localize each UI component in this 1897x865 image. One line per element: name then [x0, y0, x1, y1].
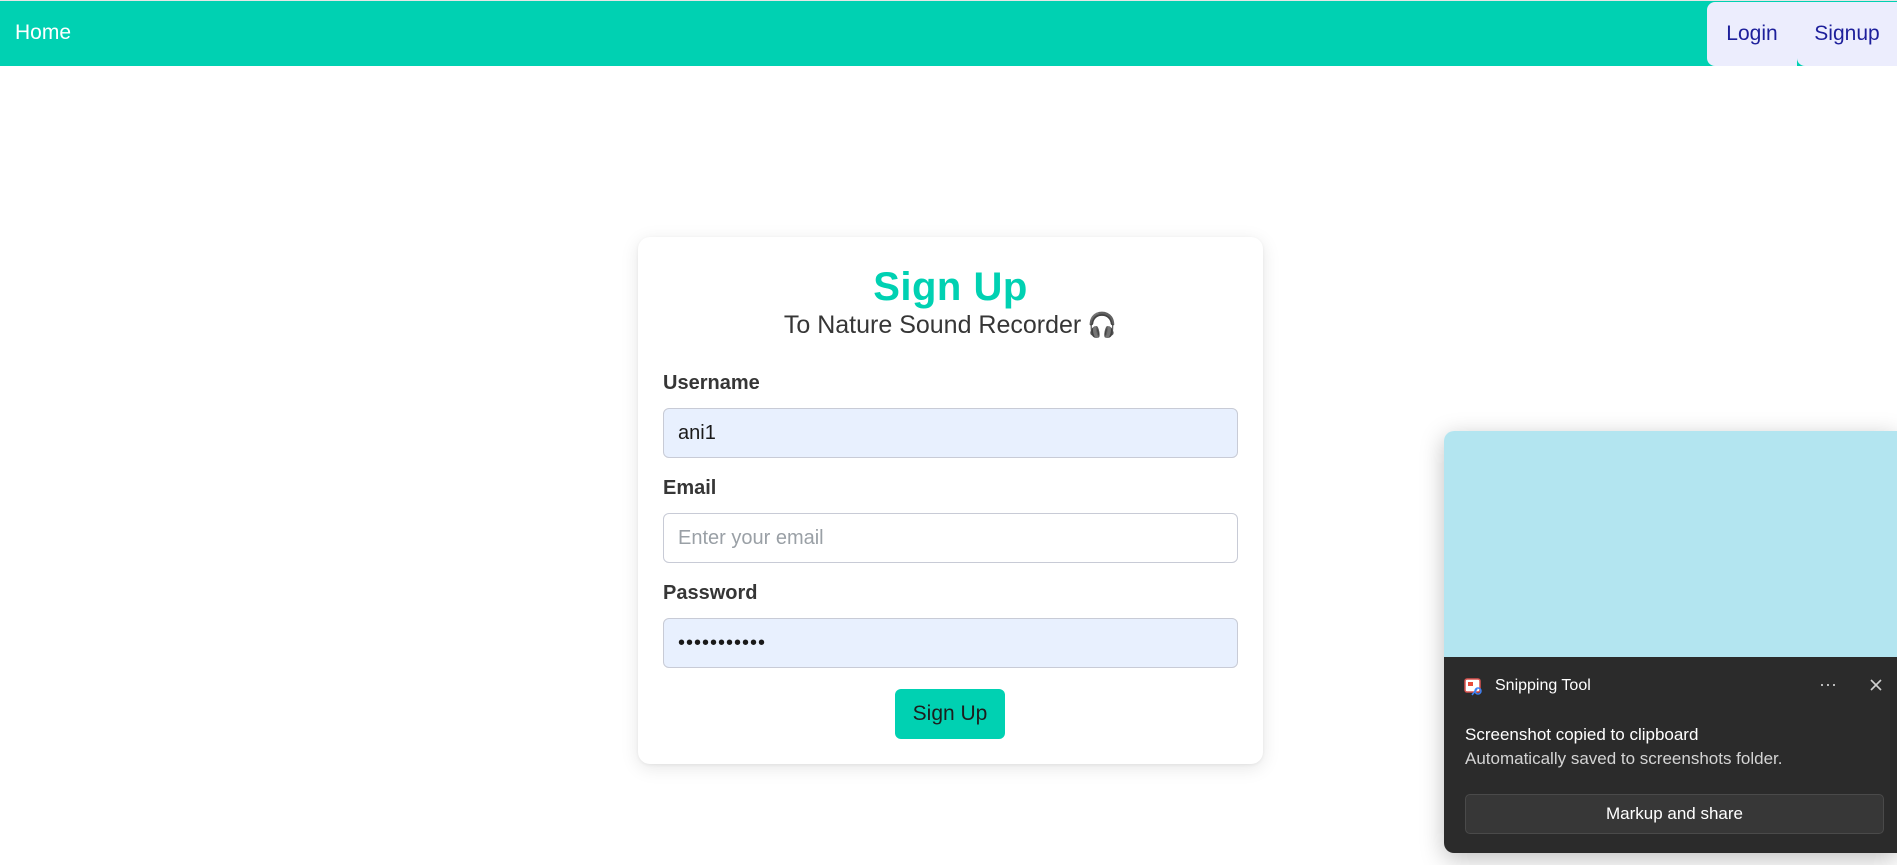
- username-input[interactable]: [663, 408, 1238, 458]
- snipping-tool-icon: [1464, 678, 1482, 696]
- nav-signup-button[interactable]: Signup: [1797, 2, 1897, 66]
- subtitle-text: To Nature Sound Recorder: [783, 311, 1082, 339]
- close-icon[interactable]: [1862, 671, 1890, 699]
- more-options-icon[interactable]: ···: [1814, 671, 1842, 699]
- snipping-toast: Snipping Tool ··· Screenshot copied to c…: [1444, 431, 1897, 853]
- headphones-icon: 🎧: [1087, 312, 1118, 339]
- nav-home-link[interactable]: Home: [15, 21, 71, 45]
- nav-login-button[interactable]: Login: [1707, 2, 1797, 66]
- password-input[interactable]: [663, 618, 1238, 668]
- markup-and-share-button[interactable]: Markup and share: [1465, 794, 1884, 834]
- email-label: Email: [663, 477, 717, 499]
- username-label: Username: [663, 372, 760, 394]
- navbar: Home Login Signup: [0, 0, 1897, 66]
- signup-card: Sign Up To Nature Sound Recorder 🎧 Userna…: [638, 237, 1263, 764]
- signup-title: Sign Up: [873, 265, 1028, 309]
- signup-submit-button[interactable]: Sign Up: [895, 689, 1005, 739]
- password-label: Password: [663, 582, 758, 604]
- signup-subtitle: To Nature Sound Recorder 🎧: [638, 311, 1263, 340]
- toast-title: Screenshot copied to clipboard: [1465, 725, 1699, 744]
- toast-body: Snipping Tool ··· Screenshot copied to c…: [1444, 657, 1897, 853]
- toast-text: Automatically saved to screenshots folde…: [1465, 749, 1783, 768]
- screenshot-preview[interactable]: [1444, 431, 1897, 657]
- email-input[interactable]: [663, 513, 1238, 563]
- toast-app-name: Snipping Tool: [1495, 677, 1591, 694]
